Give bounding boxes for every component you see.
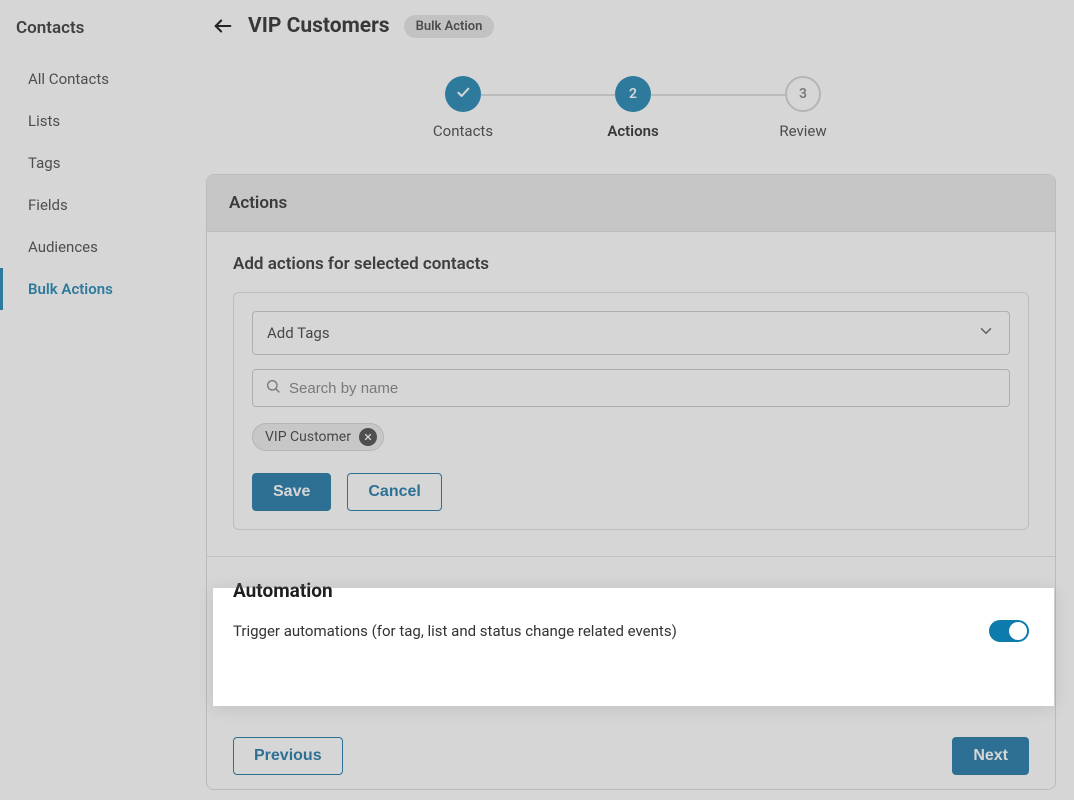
tag-chip: VIP Customer [252,423,384,451]
automation-toggle[interactable] [989,620,1029,642]
automation-description: Trigger automations (for tag, list and s… [233,622,677,640]
selected-tags: VIP Customer [252,423,1010,451]
sidebar-item-bulk-actions[interactable]: Bulk Actions [0,268,200,310]
main-content: VIP Customers Bulk Action Contacts 2 Act… [200,0,1074,800]
step-review-circle: 3 [785,76,821,112]
sidebar-item-fields[interactable]: Fields [0,184,200,226]
step-contacts[interactable]: Contacts [378,76,548,140]
next-button[interactable]: Next [952,737,1029,775]
remove-tag-icon[interactable] [359,428,377,446]
card-body: Add actions for selected contacts Add Ta… [207,232,1055,717]
automation-section: Automation Trigger automations (for tag,… [233,557,1029,660]
sidebar-item-tags[interactable]: Tags [0,142,200,184]
search-icon [265,378,281,398]
panel-buttons: Save Cancel [252,473,1010,511]
sidebar-title: Contacts [0,12,200,58]
step-contacts-circle [445,76,481,112]
step-actions-circle: 2 [615,76,651,112]
page-title: VIP Customers [248,14,390,38]
sidebar: Contacts All Contacts Lists Tags Fields … [0,0,200,800]
tag-search-input[interactable] [289,380,997,397]
tag-search-row [252,369,1010,407]
step-review-label: Review [779,122,826,140]
previous-button[interactable]: Previous [233,737,343,775]
step-review[interactable]: 3 Review [718,76,888,140]
app-root: Contacts All Contacts Lists Tags Fields … [0,0,1074,800]
automation-title: Automation [233,579,1029,602]
sidebar-item-all-contacts[interactable]: All Contacts [0,58,200,100]
action-type-select[interactable]: Add Tags [252,311,1010,355]
tag-chip-label: VIP Customer [265,429,351,445]
chevron-down-icon [977,322,995,344]
step-contacts-label: Contacts [433,122,493,140]
step-actions[interactable]: 2 Actions [548,76,718,140]
card-subtitle: Add actions for selected contacts [233,254,1029,274]
bulk-action-badge: Bulk Action [404,15,495,38]
actions-card: Actions Add actions for selected contact… [206,174,1056,790]
save-button[interactable]: Save [252,473,331,511]
title-row: VIP Customers Bulk Action [204,14,1062,38]
automation-row: Trigger automations (for tag, list and s… [233,620,1029,642]
sidebar-item-lists[interactable]: Lists [0,100,200,142]
stepper: Contacts 2 Actions 3 Review [204,76,1062,140]
card-header: Actions [207,175,1055,232]
sidebar-item-audiences[interactable]: Audiences [0,226,200,268]
action-type-value: Add Tags [267,324,330,342]
toggle-knob [1009,622,1027,640]
step-actions-label: Actions [607,122,658,140]
action-panel: Add Tags VIP Customer [233,292,1029,530]
check-icon [455,84,471,104]
back-arrow-icon[interactable] [212,15,234,37]
cancel-button[interactable]: Cancel [347,473,441,511]
card-footer: Previous Next [207,717,1055,789]
